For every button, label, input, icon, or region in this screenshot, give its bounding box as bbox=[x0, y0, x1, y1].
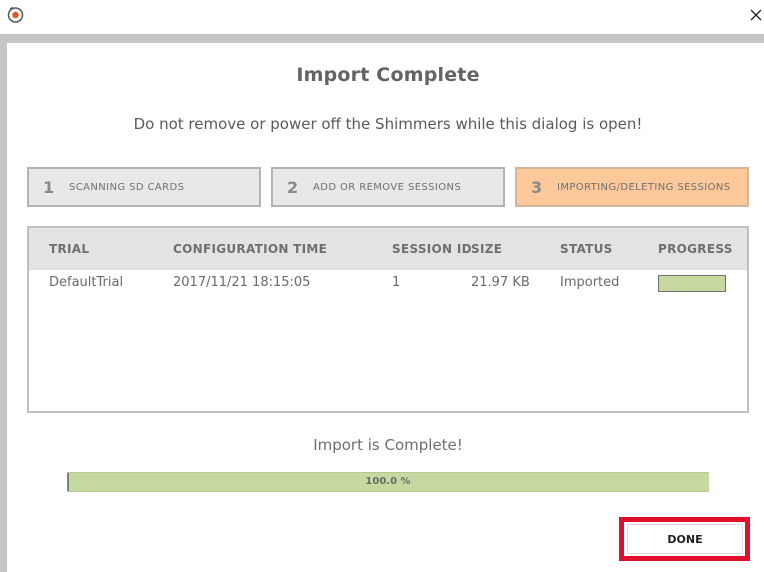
step-importing-deleting-sessions: 3 IMPORTING/DELETING SESSIONS bbox=[515, 167, 749, 207]
cell-status: Imported bbox=[560, 275, 620, 290]
cell-configuration-time: 2017/11/21 18:15:05 bbox=[173, 275, 311, 290]
step-label: SCANNING SD CARDS bbox=[69, 181, 185, 193]
step-scanning-sd-cards: 1 SCANNING SD CARDS bbox=[27, 167, 261, 207]
step-label: IMPORTING/DELETING SESSIONS bbox=[557, 181, 731, 193]
column-header-size: SIZE bbox=[471, 242, 503, 256]
step-number: 3 bbox=[531, 177, 543, 197]
overall-progress-bar: 100.0 % bbox=[67, 472, 709, 492]
step-add-remove-sessions: 2 ADD OR REMOVE SESSIONS bbox=[271, 167, 505, 207]
step-number: 2 bbox=[287, 177, 299, 197]
done-button[interactable]: DONE bbox=[627, 524, 743, 554]
row-progress-bar bbox=[658, 275, 726, 292]
dialog-title: Import Complete bbox=[296, 64, 480, 86]
cell-trial: DefaultTrial bbox=[49, 275, 124, 290]
table-header: TRIAL CONFIGURATION TIME SESSION ID SIZE… bbox=[29, 228, 747, 270]
warning-text: Do not remove or power off the Shimmers … bbox=[133, 115, 643, 133]
sessions-table: TRIAL CONFIGURATION TIME SESSION ID SIZE… bbox=[27, 226, 749, 413]
column-header-configuration-time: CONFIGURATION TIME bbox=[173, 242, 328, 256]
app-logo-icon bbox=[7, 6, 24, 23]
close-icon[interactable] bbox=[746, 5, 764, 25]
column-header-trial: TRIAL bbox=[49, 242, 90, 256]
overall-progress-label: 100.0 % bbox=[365, 476, 411, 487]
title-bar bbox=[0, 0, 764, 34]
step-label: ADD OR REMOVE SESSIONS bbox=[313, 181, 462, 193]
column-header-session-id: SESSION ID bbox=[392, 242, 472, 256]
cell-session-id: 1 bbox=[392, 275, 401, 290]
import-status-message: Import is Complete! bbox=[313, 436, 463, 454]
step-number: 1 bbox=[43, 177, 55, 197]
column-header-progress: PROGRESS bbox=[658, 242, 733, 256]
cell-size: 21.97 KB bbox=[471, 275, 530, 290]
column-header-status: STATUS bbox=[560, 242, 613, 256]
